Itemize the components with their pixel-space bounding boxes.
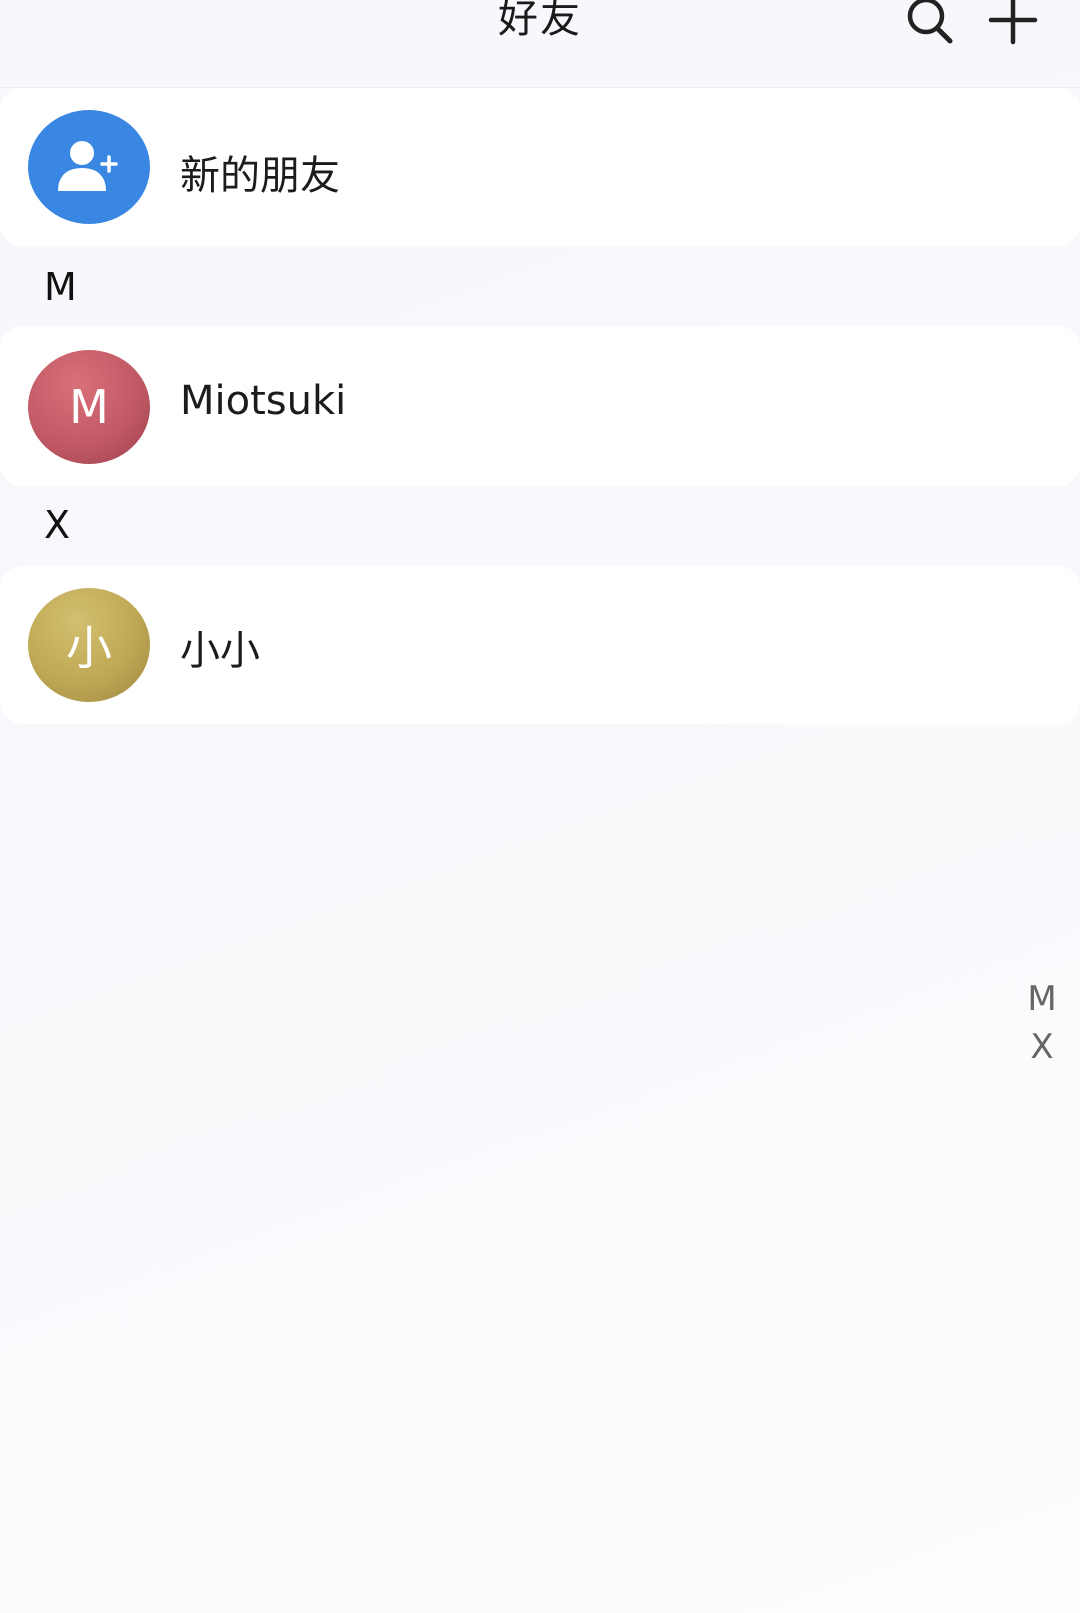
add-user-icon xyxy=(58,141,119,191)
avatar-initial: M xyxy=(69,380,109,434)
new-friends-label: 新的朋友 xyxy=(180,153,340,199)
plus-icon xyxy=(988,0,1038,45)
section-letter: M xyxy=(44,265,77,309)
contact-name: Miotsuki xyxy=(180,378,347,424)
index-letter-x[interactable]: X xyxy=(1020,1023,1064,1071)
contact-name: 小小 xyxy=(180,628,260,674)
contact-avatar: M xyxy=(28,350,150,464)
contact-row-miotsuki[interactable]: M Miotsuki xyxy=(0,326,1080,486)
search-button[interactable] xyxy=(900,0,960,50)
section-header-m: M xyxy=(0,246,1080,326)
section-header-x: X xyxy=(0,486,1080,566)
contact-avatar: 小 xyxy=(28,588,150,702)
top-bar: 好友 xyxy=(0,0,1080,88)
alphabet-index-bar[interactable]: M X xyxy=(1020,975,1064,1071)
contact-row-xiaoxiao[interactable]: 小 小小 xyxy=(0,566,1080,724)
section-letter: X xyxy=(44,503,71,547)
new-friends-row[interactable]: 新的朋友 xyxy=(0,88,1080,246)
add-button[interactable] xyxy=(983,0,1043,50)
index-letter-m[interactable]: M xyxy=(1020,975,1064,1023)
avatar-initial: 小 xyxy=(66,621,112,675)
new-friends-avatar xyxy=(28,110,150,224)
search-icon xyxy=(907,0,953,44)
